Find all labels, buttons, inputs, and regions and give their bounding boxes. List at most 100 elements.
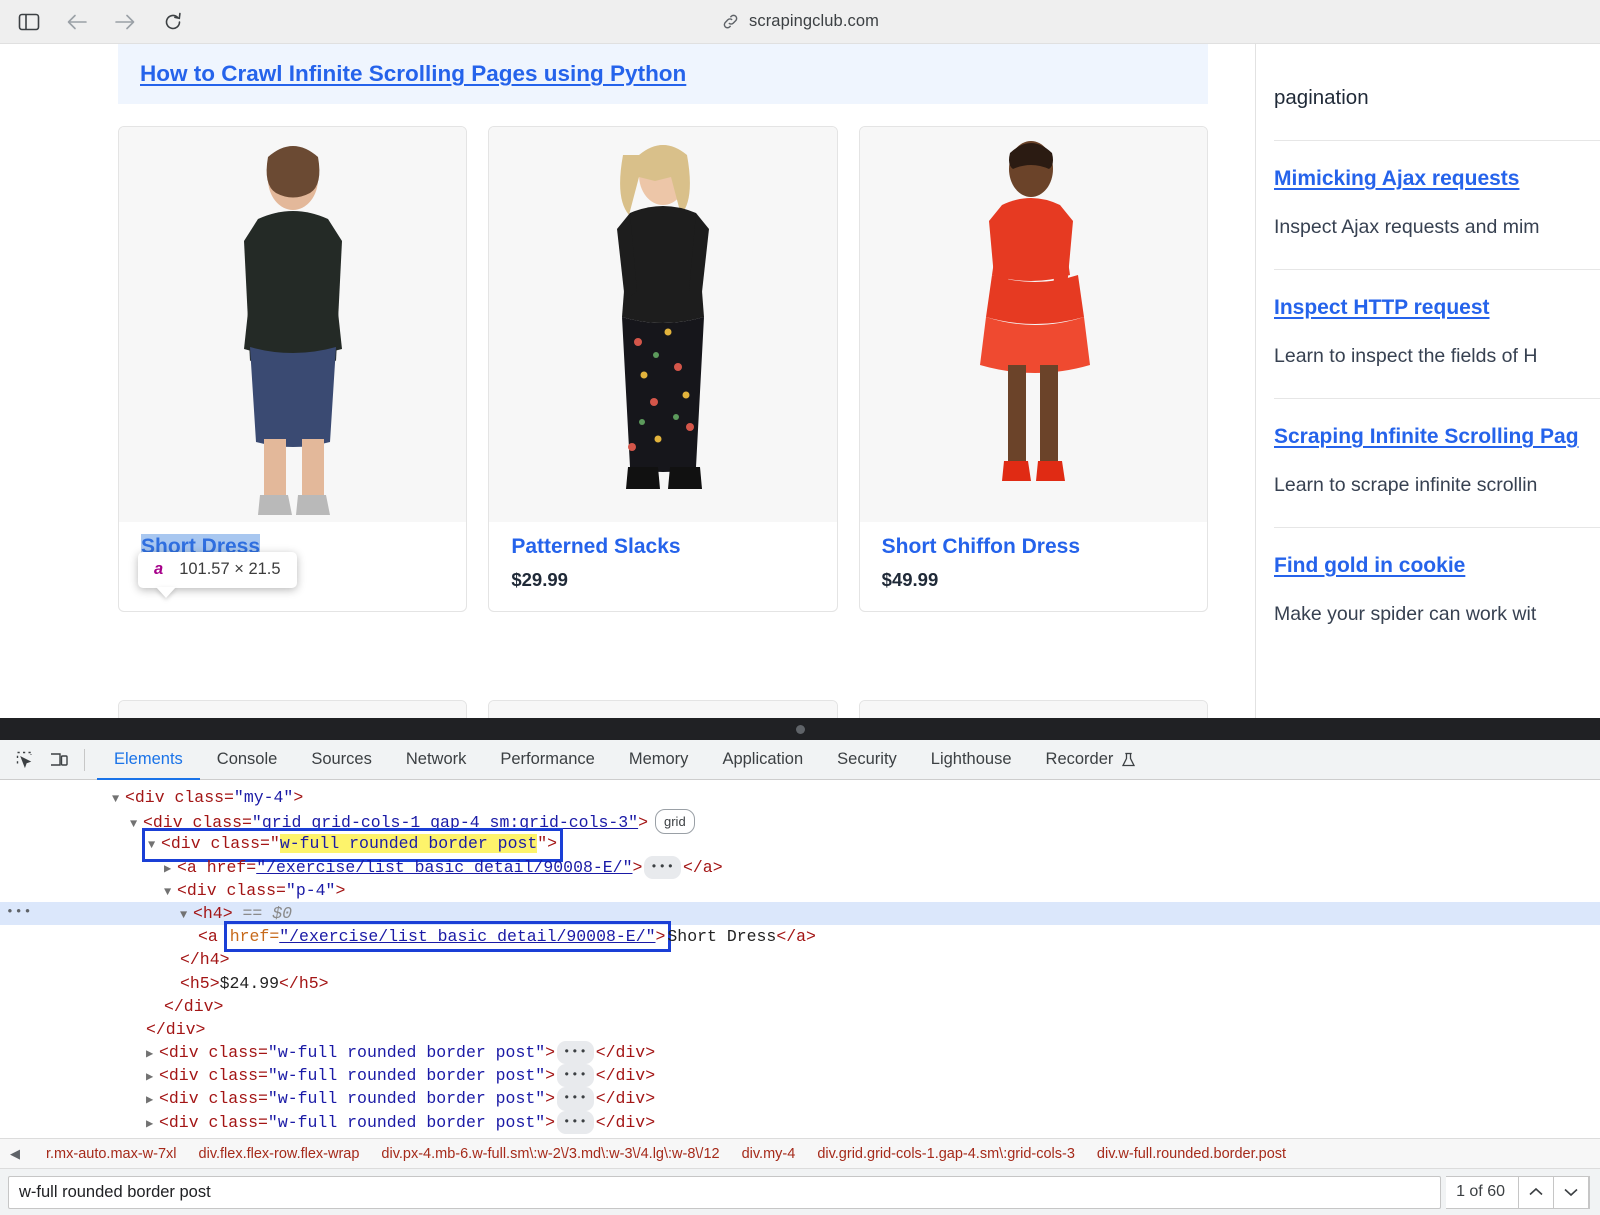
dom-node-row[interactable]: <h5>$24.99</h5> xyxy=(0,972,1600,995)
tab-label: Security xyxy=(837,750,897,769)
product-title-link[interactable]: Patterned Slacks xyxy=(511,534,680,560)
dom-node-row[interactable]: </div> xyxy=(0,995,1600,1018)
tab-elements[interactable]: Elements xyxy=(97,740,200,780)
tab-application[interactable]: Application xyxy=(705,740,820,780)
dom-tag: <div class=" xyxy=(161,834,280,853)
dom-node-row[interactable]: ▼<div class="p-4"> xyxy=(0,879,1600,902)
product-price: $29.99 xyxy=(511,569,814,591)
tab-lighthouse[interactable]: Lighthouse xyxy=(914,740,1029,780)
breadcrumb-item[interactable]: div.grid.grid-cols-1.gap-4.sm\:grid-cols… xyxy=(817,1146,1075,1162)
product-card[interactable]: Short Chiffon Dress $49.99 xyxy=(859,126,1208,612)
dom-node-row[interactable]: </div> xyxy=(0,1018,1600,1041)
sidebar-entry: Inspect HTTP request Learn to inspect th… xyxy=(1274,270,1600,368)
dom-tag: <h5> xyxy=(180,974,220,993)
sidebar-link[interactable]: Mimicking Ajax requests xyxy=(1274,167,1600,191)
dom-tag-end: </div> xyxy=(164,997,223,1016)
product-card[interactable]: Patterned Slacks $29.99 xyxy=(488,126,837,612)
search-prev-button[interactable] xyxy=(1518,1176,1554,1209)
dom-href-value[interactable]: "/exercise/list_basic_detail/90008-E/" xyxy=(256,858,632,877)
dom-tag: <div class= xyxy=(177,881,286,900)
forward-icon[interactable] xyxy=(112,9,138,35)
sidebar-link[interactable]: Inspect HTTP request xyxy=(1274,296,1600,320)
inspect-element-icon[interactable] xyxy=(8,745,42,775)
search-controls: 1 of 60 xyxy=(1446,1176,1590,1209)
breadcrumb-item[interactable]: div.flex.flex-row.flex-wrap xyxy=(199,1146,360,1162)
expand-ellipsis-icon[interactable]: ••• xyxy=(644,856,681,879)
breadcrumb-item[interactable]: div.w-full.rounded.border.post xyxy=(1097,1146,1286,1162)
dom-tag: <div class= xyxy=(159,1089,268,1108)
sidebar-link[interactable]: Find gold in cookie xyxy=(1274,554,1600,578)
dom-text-node: $24.99 xyxy=(220,974,279,993)
sidebar-toggle-icon[interactable] xyxy=(16,9,42,35)
dom-node-row[interactable]: ▶<div class="w-full rounded border post"… xyxy=(0,1041,1600,1064)
product-grid: Short Dress $24.99 xyxy=(118,126,1208,612)
product-title-link[interactable]: Short Chiffon Dress xyxy=(882,534,1080,560)
url-text: scrapingclub.com xyxy=(749,12,879,31)
tab-network[interactable]: Network xyxy=(389,740,484,780)
dom-breadcrumb: ◀ r.mx-auto.max-w-7xl div.flex.flex-row.… xyxy=(0,1138,1600,1168)
breadcrumb-item[interactable]: div.px-4.mb-6.w-full.sm\:w-2\/3.md\:w-3\… xyxy=(381,1146,719,1162)
expand-ellipsis-icon[interactable]: ••• xyxy=(557,1111,594,1134)
tab-label: Console xyxy=(217,750,278,769)
dom-href-value[interactable]: "/exercise/list_basic_detail/90008-E/" xyxy=(279,927,655,946)
flask-icon xyxy=(1121,752,1136,768)
devtools-resize-handle[interactable] xyxy=(0,718,1600,740)
product-card[interactable]: Short Dress $24.99 xyxy=(118,126,467,612)
dom-node-row[interactable]: ▶<div class="w-full rounded border post"… xyxy=(0,1111,1600,1134)
sidebar-entry: Mimicking Ajax requests Inspect Ajax req… xyxy=(1274,141,1600,239)
dom-tag-end: </div> xyxy=(146,1020,205,1039)
product-grid-row-2 xyxy=(118,700,1208,718)
tab-sources[interactable]: Sources xyxy=(294,740,389,780)
product-price: $49.99 xyxy=(882,569,1185,591)
dom-attr-value: "p-4" xyxy=(286,881,336,900)
banner-article-link[interactable]: How to Crawl Infinite Scrolling Pages us… xyxy=(140,61,686,87)
product-card[interactable] xyxy=(118,700,467,718)
dom-node-row[interactable]: ▶<div class="w-full rounded border post"… xyxy=(0,1087,1600,1110)
expand-ellipsis-icon[interactable]: ••• xyxy=(557,1041,594,1064)
expand-ellipsis-icon[interactable]: ••• xyxy=(557,1087,594,1110)
dom-node-row[interactable]: ▶<div class="w-full rounded border post"… xyxy=(0,1064,1600,1087)
dom-node-row[interactable]: </h4> xyxy=(0,948,1600,971)
product-info: Short Chiffon Dress $49.99 xyxy=(860,522,1207,611)
model-photo-3 xyxy=(928,127,1138,522)
search-input[interactable] xyxy=(8,1176,1441,1209)
dom-tree[interactable]: ▼<div class="my-4"> ▼<div class="grid gr… xyxy=(0,780,1600,1138)
model-photo-6 xyxy=(933,701,1133,718)
tab-memory[interactable]: Memory xyxy=(612,740,706,780)
tab-console[interactable]: Console xyxy=(200,740,295,780)
tab-recorder[interactable]: Recorder xyxy=(1029,740,1154,780)
search-next-button[interactable] xyxy=(1553,1176,1589,1209)
back-icon[interactable] xyxy=(64,9,90,35)
tab-performance[interactable]: Performance xyxy=(483,740,611,780)
reload-icon[interactable] xyxy=(160,9,186,35)
dom-attr-value[interactable]: "grid grid-cols-1 gap-4 sm:grid-cols-3" xyxy=(252,813,638,832)
dom-node-row[interactable]: ▼<div class="my-4"> xyxy=(0,786,1600,809)
tab-security[interactable]: Security xyxy=(820,740,914,780)
device-toolbar-icon[interactable] xyxy=(42,745,76,775)
sidebar-link[interactable]: Scraping Infinite Scrolling Pag xyxy=(1274,425,1600,449)
dom-text-node: Short Dress xyxy=(667,927,776,946)
dom-node-row[interactable]: ▼<div class="grid grid-cols-1 gap-4 sm:g… xyxy=(0,809,1600,832)
dom-node-row-selected-search-match[interactable]: ▼<div class="w-full rounded border post"… xyxy=(0,832,1600,855)
dom-tag-close: > xyxy=(656,927,666,946)
grid-badge[interactable]: grid xyxy=(655,809,695,834)
dom-tag-close: > xyxy=(335,881,345,900)
dom-attr-name[interactable]: href= xyxy=(230,927,280,946)
dom-tag-close: > xyxy=(638,813,648,832)
dom-tag-end: </div> xyxy=(596,1066,655,1085)
dom-tag: <div class= xyxy=(159,1043,268,1062)
product-image xyxy=(119,127,466,522)
address-bar[interactable]: scrapingclub.com xyxy=(0,0,1600,43)
tab-label: Sources xyxy=(311,750,372,769)
breadcrumb-item[interactable]: div.my-4 xyxy=(742,1146,796,1162)
dom-tag-end: </h4> xyxy=(180,950,230,969)
product-card[interactable] xyxy=(859,700,1208,718)
breadcrumb-item[interactable]: r.mx-auto.max-w-7xl xyxy=(46,1146,177,1162)
breadcrumb-scroll-left-icon[interactable]: ◀ xyxy=(10,1146,24,1162)
sidebar-entry: Scraping Infinite Scrolling Pag Learn to… xyxy=(1274,399,1600,497)
dom-node-row-selected[interactable]: ▼<h4> == $0 xyxy=(0,902,1600,925)
dom-node-row[interactable]: ▶<a href="/exercise/list_basic_detail/90… xyxy=(0,856,1600,879)
expand-ellipsis-icon[interactable]: ••• xyxy=(557,1064,594,1087)
dom-node-row[interactable]: <a href="/exercise/list_basic_detail/900… xyxy=(0,925,1600,948)
product-card[interactable] xyxy=(488,700,837,718)
